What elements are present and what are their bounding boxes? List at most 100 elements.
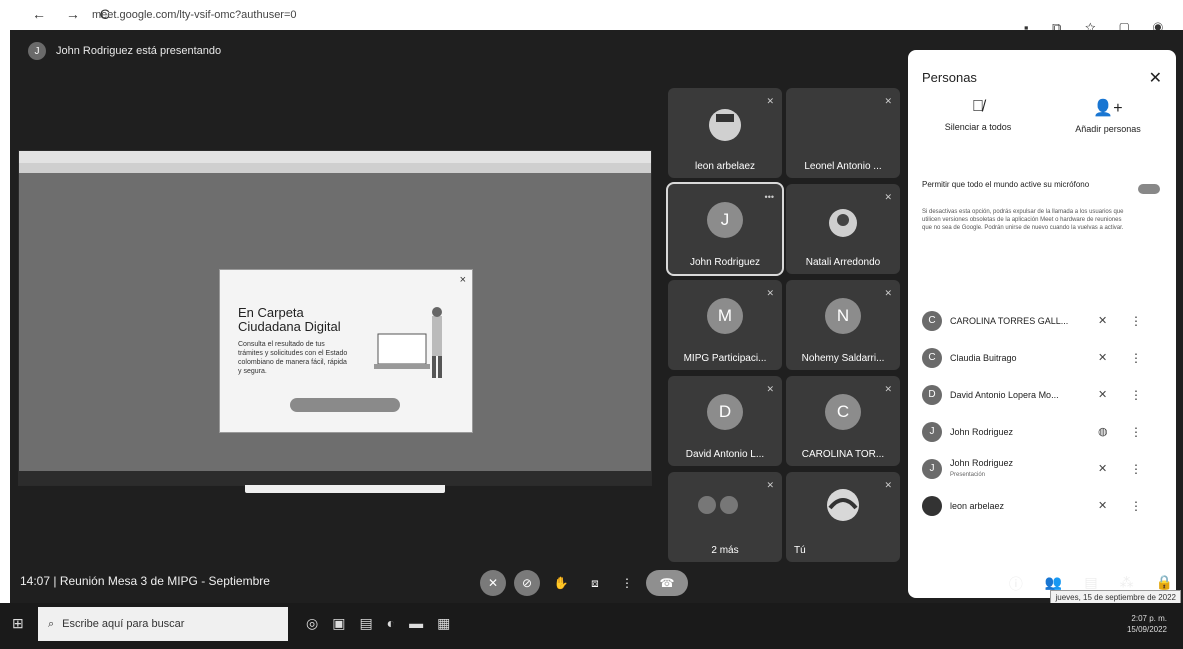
participant-subtitle: Presentación — [950, 472, 986, 478]
modal-description: Consulta el resultado de tus trámites y … — [238, 341, 348, 375]
search-placeholder: Escribe aquí para buscar — [62, 618, 185, 630]
mic-off-icon: ✕ — [766, 384, 774, 394]
shared-modal: × En Carpeta Ciudadana Digital Consulta … — [219, 269, 473, 433]
raise-hand-icon[interactable]: ✋ — [548, 570, 574, 596]
mic-off-icon[interactable]: ✕ — [1098, 351, 1107, 364]
permission-text: Permitir que todo el mundo active su mic… — [922, 180, 1090, 189]
participant-tile[interactable]: ••• J John Rodriguez — [666, 182, 784, 276]
people-panel: Personas ✕ 🎙̸ Silenciar a todos 👤+ Añadi… — [908, 50, 1176, 598]
modal-button — [290, 398, 400, 412]
avatar — [829, 209, 857, 237]
avatar: D — [707, 394, 743, 430]
mic-permission-toggle[interactable] — [1138, 184, 1160, 194]
mic-off-icon[interactable]: ✕ — [1098, 499, 1107, 512]
avatar: J — [922, 421, 942, 442]
mic-off-icon[interactable]: ✕ — [480, 570, 506, 596]
avatar: J — [922, 458, 942, 479]
shared-taskbar — [19, 471, 651, 485]
more-vert-icon[interactable]: ⋮ — [1130, 388, 1142, 402]
volume-off-icon[interactable]: ✕ — [1098, 462, 1107, 475]
avatar: C — [825, 394, 861, 430]
participant-row[interactable]: D David Antonio Lopera Mo... ✕ ⋮ — [908, 376, 1176, 413]
mic-off-icon: ✕ — [884, 192, 892, 202]
participant-row[interactable]: J John Rodriguez Presentación ✕ ⋮ — [908, 450, 1176, 487]
tile-name: Nohemy Saldarri... — [801, 353, 885, 364]
add-people-label: Añadir personas — [1075, 124, 1141, 134]
shared-browser-address — [19, 163, 651, 173]
laptop-illustration-icon — [374, 307, 442, 378]
tile-name: MIPG Participaci... — [683, 353, 767, 364]
participant-row[interactable]: C Claudia Buitrago ✕ ⋮ — [908, 339, 1176, 376]
meeting-controls-bar: 14:07 | Reunión Mesa 3 de MIPG - Septiem… — [10, 560, 910, 603]
mute-all-button[interactable]: 🎙̸ Silenciar a todos — [918, 98, 1038, 132]
mic-off-icon[interactable]: ✕ — [1098, 388, 1107, 401]
more-vert-icon[interactable]: ⋮ — [1130, 351, 1142, 365]
leave-call-button[interactable]: ☎ — [646, 570, 688, 596]
tile-name: Natali Arredondo — [805, 257, 881, 268]
speaking-icon[interactable]: ◍ — [1098, 425, 1108, 438]
address-bar[interactable]: meet.google.com/lty-vsif-omc?authuser=0 — [92, 9, 297, 21]
participant-tile[interactable]: ✕ Natali Arredondo — [786, 184, 900, 274]
participant-row[interactable]: C CAROLINA TORRES GALL... ✕ ⋮ — [908, 302, 1176, 339]
avatar — [698, 496, 716, 514]
more-vert-icon[interactable]: ⋮ — [614, 570, 640, 596]
meet-window: J John Rodriguez está presentando × En C… — [10, 30, 1183, 603]
participant-name: John Rodriguez — [950, 426, 1014, 437]
avatar: C — [922, 310, 942, 331]
participant-row[interactable]: leon arbelaez ✕ ⋮ — [908, 487, 1176, 524]
mic-off-icon: ✕ — [884, 288, 892, 298]
more-vert-icon[interactable]: ⋮ — [1130, 425, 1142, 439]
windows-taskbar: ⊞ ⌕ Escribe aquí para buscar ◎▣▤◐▬▦ 2:07… — [0, 603, 1183, 649]
participant-name: CAROLINA TORRES GALL... — [950, 315, 1069, 326]
taskbar-search[interactable]: ⌕ Escribe aquí para buscar — [38, 607, 288, 641]
participant-tile[interactable]: ✕ C CAROLINA TOR... — [786, 376, 900, 466]
mic-off-icon[interactable]: ✕ — [1098, 314, 1107, 327]
more-vert-icon[interactable]: ⋮ — [1130, 314, 1142, 328]
participant-tile[interactable]: ✕ M MIPG Participaci... — [668, 280, 782, 370]
mic-off-icon: 🎙̸ — [972, 98, 984, 115]
self-tile[interactable]: ✕ Tú — [786, 472, 900, 562]
clock-date: 15/09/2022 — [1126, 625, 1167, 634]
participant-name: leon arbelaez — [950, 500, 1005, 511]
tile-name: John Rodriguez — [689, 257, 761, 268]
participant-name: David Antonio Lopera Mo... — [950, 389, 1059, 400]
participant-tile[interactable]: ✕ N Nohemy Saldarri... — [786, 280, 900, 370]
shared-screen: × En Carpeta Ciudadana Digital Consulta … — [18, 150, 652, 493]
presenter-avatar: J — [28, 42, 46, 60]
system-clock[interactable]: 2:07 p. m. 15/09/2022 — [1127, 613, 1167, 635]
tile-name: Leonel Antonio ... — [804, 161, 882, 172]
avatar: J — [707, 202, 743, 238]
presenting-banner: J John Rodriguez está presentando — [28, 42, 221, 60]
windows-start-icon[interactable]: ⊞ — [12, 615, 24, 632]
avatar: M — [707, 298, 743, 334]
participant-tile-more[interactable]: ✕ 2 más — [668, 472, 782, 562]
taskbar-app-icons[interactable]: ◎▣▤◐▬▦ — [306, 615, 464, 632]
more-vert-icon[interactable]: ⋮ — [1130, 499, 1142, 513]
participant-row[interactable]: J John Rodriguez ◍ ⋮ — [908, 413, 1176, 450]
mic-off-icon: ✕ — [884, 96, 892, 106]
avatar: C — [922, 347, 942, 368]
tile-name: leon arbelaez — [694, 161, 756, 172]
avatar: N — [825, 298, 861, 334]
mic-off-icon: ✕ — [766, 96, 774, 106]
tile-name: CAROLINA TOR... — [801, 449, 885, 460]
more-options-icon: ••• — [764, 192, 774, 202]
participant-tile[interactable]: ✕ D David Antonio L... — [668, 376, 782, 466]
mic-off-icon: ✕ — [766, 480, 774, 490]
mic-off-icon: ✕ — [884, 480, 892, 490]
mic-off-icon: ✕ — [766, 288, 774, 298]
participant-tile[interactable]: ✕ Leonel Antonio ... — [786, 88, 900, 178]
meeting-title: 14:07 | Reunión Mesa 3 de MIPG - Septiem… — [20, 574, 270, 588]
participant-list: C CAROLINA TORRES GALL... ✕ ⋮ C Claudia … — [908, 302, 1176, 524]
tile-name: 2 más — [711, 545, 739, 556]
info-icon[interactable]: ⓘ — [1009, 574, 1023, 594]
camera-off-icon[interactable]: ⊘ — [514, 570, 540, 596]
participant-name: John Rodriguez — [950, 458, 1014, 468]
participant-tile[interactable]: ✕ leon arbelaez — [668, 88, 782, 178]
search-icon: ⌕ — [48, 617, 55, 630]
avatar — [827, 489, 859, 521]
add-people-button[interactable]: 👤+ Añadir personas — [1048, 98, 1168, 134]
more-vert-icon[interactable]: ⋮ — [1130, 462, 1142, 476]
present-screen-icon[interactable]: ⧈ — [582, 570, 608, 596]
close-icon[interactable]: ✕ — [1149, 68, 1162, 88]
